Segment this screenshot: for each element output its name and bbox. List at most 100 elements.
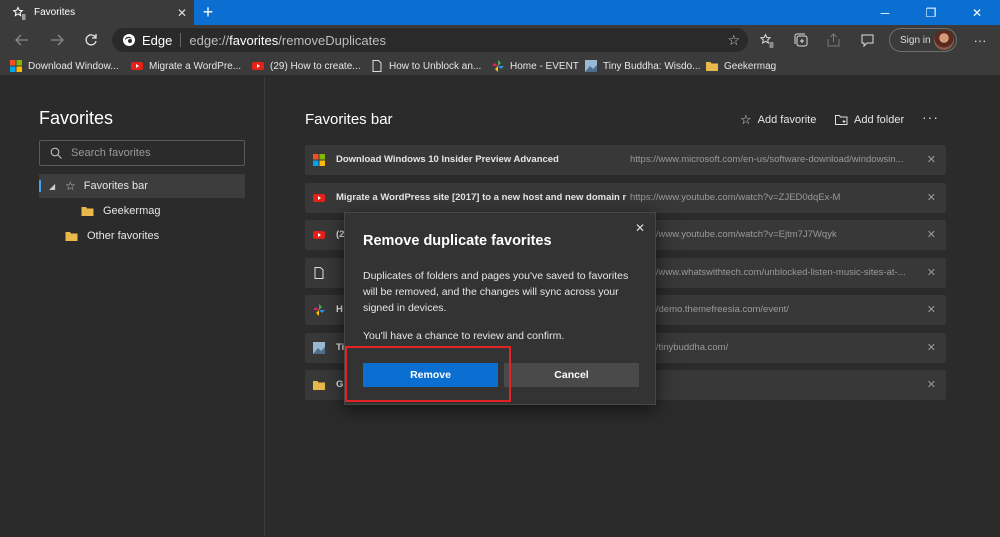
image-icon xyxy=(585,60,597,72)
favorite-url: https://www.youtube.com/watch?v=ZJED0dqE… xyxy=(630,192,841,203)
add-folder-label: Add folder xyxy=(854,114,905,126)
favbar-item-geekermag[interactable]: Geekermag xyxy=(706,58,776,74)
favorite-url: https://www.whatswithtech.com/unblocked-… xyxy=(630,267,906,278)
tree-item-label: Favorites bar xyxy=(83,180,148,192)
add-folder-icon xyxy=(835,115,848,125)
youtube-icon xyxy=(131,62,143,70)
favorite-name: H xyxy=(336,304,343,315)
favorite-url: https://www.youtube.com/watch?v=Ejtm7J7W… xyxy=(630,229,837,240)
search-icon xyxy=(50,147,62,159)
star-icon: ☆ xyxy=(740,112,752,127)
tree-item-other-favorites[interactable]: Other favorites xyxy=(65,224,235,248)
tree-item-label: Geekermag xyxy=(103,205,161,217)
sign-in-button[interactable]: Sign in xyxy=(889,28,957,52)
more-options-icon[interactable]: ··· xyxy=(968,28,992,52)
title-bar: Favorites ✕ + ─ ❐ ✕ xyxy=(0,0,1000,25)
favbar-item-tiny-buddha[interactable]: Tiny Buddha: Wisdo... xyxy=(585,58,700,74)
new-tab-button[interactable]: + xyxy=(197,1,219,23)
favbar-label: Migrate a WordPre... xyxy=(149,60,242,72)
favbar-item-how-to-create[interactable]: (29) How to create... xyxy=(252,58,361,74)
dialog-note: You'll have a chance to review and confi… xyxy=(363,330,565,342)
maximize-icon[interactable]: ❐ xyxy=(908,0,954,25)
dialog-title: Remove duplicate favorites xyxy=(363,233,552,249)
tree-item-favorites-bar[interactable]: ◢ ☆ Favorites bar xyxy=(39,174,245,198)
search-box[interactable] xyxy=(39,140,245,166)
page-title: Favorites xyxy=(39,108,114,128)
tree-item-label: Other favorites xyxy=(87,230,160,242)
delete-icon[interactable]: ✕ xyxy=(927,266,936,279)
favorites-sidebar: Favorites ◢ ☆ Favorites bar Geekermag Ot… xyxy=(0,77,265,537)
favorite-row[interactable]: Migrate a WordPress site [2017] to a new… xyxy=(305,183,946,213)
favorite-url: https://demo.themefreesia.com/event/ xyxy=(630,304,789,315)
collapse-arrow-icon[interactable]: ◢ xyxy=(49,182,65,191)
url-host: favorites xyxy=(229,32,279,48)
toolbar: Edge edge://favorites/removeDuplicates ☆… xyxy=(0,25,1000,55)
address-bar[interactable]: Edge edge://favorites/removeDuplicates ☆ xyxy=(112,28,748,52)
favorite-url: https://www.microsoft.com/en-us/software… xyxy=(630,154,904,165)
annotation-highlight-box xyxy=(345,346,511,402)
favorites-icon[interactable] xyxy=(754,28,778,52)
add-favorite-button[interactable]: ☆ Add favorite xyxy=(740,112,816,128)
favbar-label: (29) How to create... xyxy=(270,60,361,72)
url-path: /removeDuplicates xyxy=(278,32,386,48)
youtube-icon xyxy=(313,231,325,239)
delete-icon[interactable]: ✕ xyxy=(927,303,936,316)
delete-icon[interactable]: ✕ xyxy=(927,378,936,391)
pinwheel-icon xyxy=(492,60,504,72)
tab-close-icon[interactable]: ✕ xyxy=(172,3,192,23)
folder-title: Favorites bar xyxy=(305,111,393,128)
favbar-item-migrate-wordpress[interactable]: Migrate a WordPre... xyxy=(131,58,241,74)
tree-item-geekermag[interactable]: Geekermag xyxy=(81,199,241,223)
edge-brand: Edge xyxy=(142,32,173,48)
favbar-label: Download Window... xyxy=(28,60,119,72)
cancel-button[interactable]: Cancel xyxy=(504,363,639,387)
tab-title: Favorites xyxy=(34,7,76,18)
dialog-body: Duplicates of folders and pages you've s… xyxy=(363,270,629,314)
forward-icon[interactable] xyxy=(45,28,69,52)
favbar-label: Geekermag xyxy=(724,60,777,72)
favbar-item-how-to-unblock[interactable]: How to Unblock an... xyxy=(371,58,481,74)
window-close-icon[interactable]: ✕ xyxy=(954,0,1000,25)
favorite-name: Migrate a WordPress site [2017] to a new… xyxy=(336,192,626,203)
youtube-icon xyxy=(313,194,325,202)
avatar xyxy=(934,30,954,50)
minimize-icon[interactable]: ─ xyxy=(862,0,908,25)
delete-icon[interactable]: ✕ xyxy=(927,153,936,166)
collections-icon[interactable] xyxy=(789,28,813,52)
add-favorite-label: Add favorite xyxy=(757,114,817,126)
sign-in-label: Sign in xyxy=(900,34,931,46)
add-folder-button[interactable]: Add folder xyxy=(835,112,904,128)
favbar-item-download-windows[interactable]: Download Window... xyxy=(10,58,119,74)
folder-icon xyxy=(81,207,94,216)
dialog-close-icon[interactable]: ✕ xyxy=(635,221,645,235)
favbar-label: Home - EVENT xyxy=(510,60,579,72)
windows-icon xyxy=(10,60,22,72)
delete-icon[interactable]: ✕ xyxy=(927,228,936,241)
favorites-star-icon xyxy=(12,5,26,20)
folder-icon xyxy=(313,381,325,390)
favorite-row[interactable]: Download Windows 10 Insider Preview Adva… xyxy=(305,145,946,175)
add-favorite-star-icon[interactable]: ☆ xyxy=(727,32,740,49)
refresh-icon[interactable] xyxy=(79,28,103,52)
url-prefix: edge:// xyxy=(189,32,230,48)
search-input[interactable] xyxy=(71,147,231,159)
feedback-icon[interactable] xyxy=(855,28,879,52)
browser-window: Favorites ✕ + ─ ❐ ✕ Edge edge://favorite… xyxy=(0,0,1000,537)
share-icon[interactable] xyxy=(821,28,845,52)
tab-favorites[interactable]: Favorites ✕ xyxy=(0,0,194,25)
address-url[interactable]: edge://favorites/removeDuplicates xyxy=(189,33,386,48)
star-icon: ☆ xyxy=(65,179,76,193)
selection-indicator xyxy=(39,180,41,192)
favbar-label: How to Unblock an... xyxy=(389,60,482,72)
favorite-name: Download Windows 10 Insider Preview Adva… xyxy=(336,154,559,165)
page-icon xyxy=(314,267,324,279)
youtube-icon xyxy=(252,62,264,70)
address-separator xyxy=(180,33,182,47)
delete-icon[interactable]: ✕ xyxy=(927,191,936,204)
back-icon[interactable] xyxy=(10,28,34,52)
more-actions-icon[interactable]: ··· xyxy=(922,109,939,125)
pinwheel-icon xyxy=(313,304,325,316)
windows-icon xyxy=(313,154,325,166)
delete-icon[interactable]: ✕ xyxy=(927,341,936,354)
favbar-item-home-event[interactable]: Home - EVENT xyxy=(492,58,579,74)
